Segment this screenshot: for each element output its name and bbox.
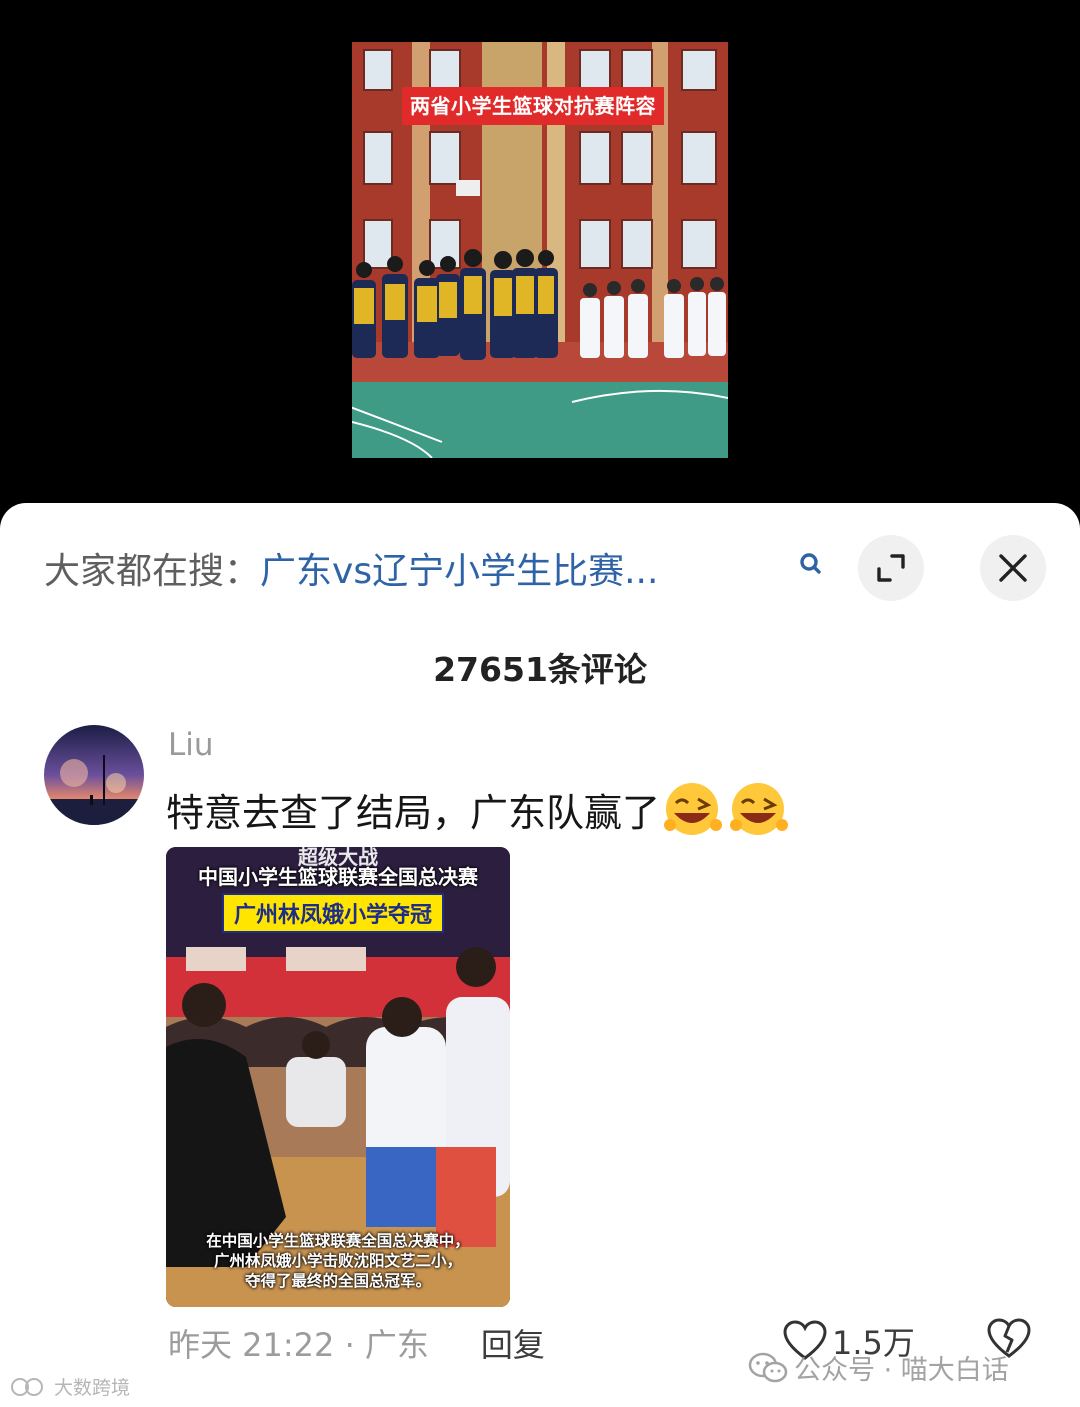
wechat-watermark: 公众号 · 喵大白话	[748, 1348, 1009, 1387]
comment-sheet: 大家都在搜： 广东vs辽宁小学生比赛... 27651条评论 Liu 特意去查了…	[0, 503, 1080, 1407]
expand-button[interactable]	[858, 535, 924, 601]
comment-meta: 昨天 21:22 · 广东 回复	[168, 1321, 545, 1365]
wechat-icon	[748, 1352, 788, 1382]
search-prefix: 大家都在搜：	[44, 551, 261, 592]
comment-image[interactable]: 超级大战 中国小学生篮球联赛全国总决赛 广州林凤娥小学夺冠 在中国小学生篮球联赛…	[166, 847, 510, 1307]
laughing-wink-icon	[662, 781, 726, 837]
image-badge: 广州林凤娥小学夺冠	[222, 893, 445, 933]
comment-text: 特意去查了结局，广东队赢了	[166, 781, 792, 837]
corner-watermark: 大数跨境	[10, 1373, 130, 1400]
comment-body: 特意去查了结局，广东队赢了	[166, 790, 661, 835]
comment-username[interactable]: Liu	[168, 727, 214, 763]
comment-timestamp: 昨天 21:22 · 广东	[168, 1326, 429, 1364]
search-query-link[interactable]: 广东vs辽宁小学生比赛...	[260, 542, 658, 594]
close-button[interactable]	[980, 535, 1046, 601]
image-footer-line: 在中国小学生篮球联赛全国总决赛中，	[206, 1232, 470, 1250]
expand-icon	[877, 554, 905, 582]
comment-count: 27651条评论	[433, 650, 647, 689]
avatar[interactable]	[44, 725, 144, 825]
image-title: 中国小学生篮球联赛全国总决赛	[198, 865, 478, 889]
logo-icon	[11, 1377, 43, 1396]
wechat-watermark-text: 公众号 · 喵大白话	[794, 1355, 1009, 1386]
search-icon[interactable]	[792, 545, 832, 585]
image-footer-caption: 在中国小学生篮球联赛全国总决赛中， 广州林凤娥小学击败沈阳文艺二小， 夺得了最终…	[166, 1231, 510, 1291]
search-suggestion[interactable]: 大家都在搜： 广东vs辽宁小学生比赛...	[44, 543, 658, 593]
close-icon	[999, 554, 1027, 582]
image-footer-line: 夺得了最终的全国总冠军。	[244, 1272, 431, 1290]
image-footer-line: 广州林凤娥小学击败沈阳文艺二小，	[213, 1252, 462, 1270]
video-player[interactable]: 两省小学生篮球对抗赛阵容	[0, 0, 1080, 505]
reply-button[interactable]: 回复	[481, 1320, 545, 1366]
corner-watermark-text: 大数跨境	[54, 1377, 131, 1399]
video-caption: 两省小学生篮球对抗赛阵容	[402, 87, 664, 125]
video-thumbnail[interactable]: 两省小学生篮球对抗赛阵容	[352, 42, 728, 458]
laughing-wink-icon	[728, 781, 792, 837]
